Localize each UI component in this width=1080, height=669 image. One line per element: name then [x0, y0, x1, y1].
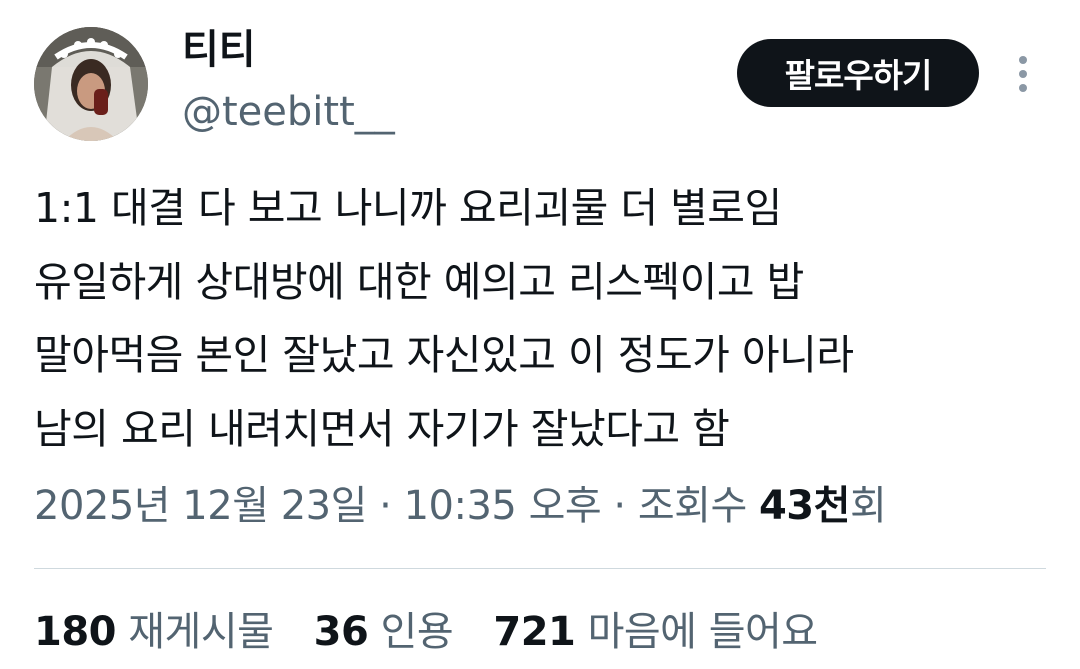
profile-photo — [34, 27, 148, 141]
author-display-name[interactable]: 티티 — [182, 22, 256, 78]
more-vertical-icon[interactable] — [1008, 53, 1038, 95]
stat-label: 마음에 들어요 — [587, 609, 819, 655]
follow-button[interactable]: 팔로우하기 — [737, 39, 979, 107]
tweet-time[interactable]: 10:35 오후 — [404, 483, 602, 529]
stat-count: 180 — [34, 609, 117, 655]
stat-label: 재게시물 — [128, 609, 274, 655]
tweet-text-line: 1:1 대결 다 보고 나니까 요리괴물 더 별로임 — [34, 184, 782, 232]
stat-count: 721 — [493, 609, 576, 655]
tweet-date[interactable]: 2025년 12월 23일 — [34, 483, 367, 529]
tweet-detail: 티티 @teebitt__ 팔로우하기 1:1 대결 다 보고 나니까 요리괴물… — [0, 0, 1080, 669]
stat-label: 인용 — [380, 609, 454, 655]
views-suffix: 회 — [849, 483, 887, 529]
tweet-metadata: 2025년 12월 23일 · 10:35 오후 · 조회수 43천회 — [34, 478, 887, 534]
avatar[interactable] — [34, 27, 148, 141]
tweet-text: 1:1 대결 다 보고 나니까 요리괴물 더 별로임 유일하게 상대방에 대한 … — [34, 172, 1044, 466]
stat-reposts[interactable]: 180 재게시물 — [34, 609, 274, 655]
stat-quotes[interactable]: 36 인용 — [314, 609, 454, 655]
views-count: 43천 — [758, 483, 850, 529]
engagement-stats: 180 재게시물 36 인용 721 마음에 들어요 — [34, 604, 846, 660]
views-label: 조회수 — [637, 483, 759, 529]
divider — [34, 568, 1046, 569]
tweet-text-line: 말아먹음 본인 잘났고 자신있고 이 정도가 아니라 — [34, 331, 854, 379]
meta-separator: · — [601, 483, 638, 529]
meta-separator: · — [366, 483, 404, 529]
tweet-text-line: 유일하게 상대방에 대한 예의고 리스펙이고 밥 — [34, 257, 804, 306]
tweet-text-line: 남의 요리 내려치면서 자기가 잘났다고 함 — [34, 404, 730, 453]
stat-likes[interactable]: 721 마음에 들어요 — [493, 609, 819, 655]
stat-count: 36 — [313, 609, 369, 655]
author-handle[interactable]: @teebitt__ — [182, 84, 395, 140]
